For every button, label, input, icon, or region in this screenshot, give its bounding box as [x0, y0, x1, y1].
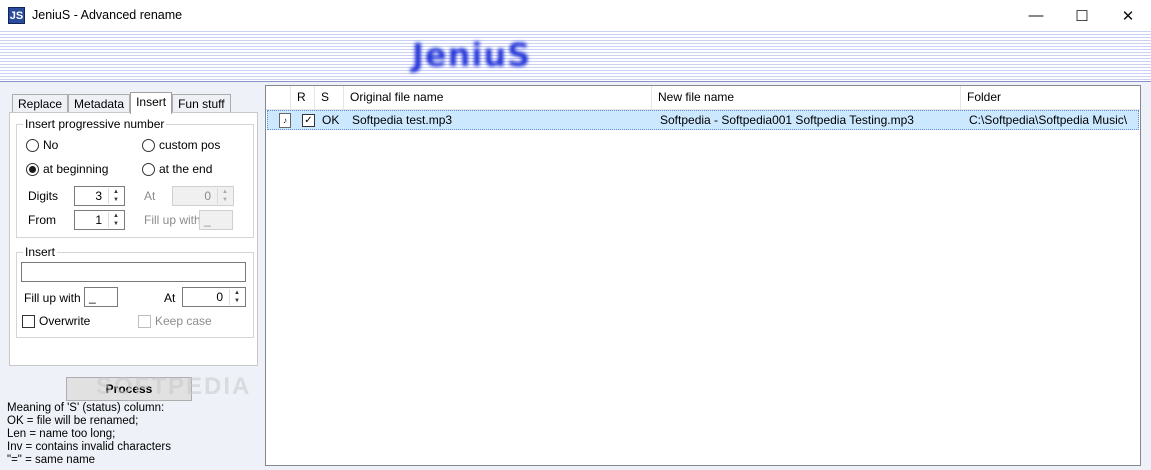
tab-fun-stuff[interactable]: Fun stuff — [172, 94, 231, 113]
from-stepper[interactable]: 1 ▲ ▼ — [74, 210, 125, 230]
fill-up-label: Fill up with — [144, 213, 201, 227]
close-button[interactable]: ✕ — [1105, 0, 1151, 31]
row-new-name: Softpedia - Softpedia001 Softpedia Testi… — [660, 113, 914, 127]
banner-separator — [0, 81, 1151, 82]
title-bar: JS JeniuS - Advanced rename — ☐ ✕ — [0, 0, 1151, 31]
column-header-r[interactable]: R — [291, 86, 315, 109]
insert-group-label: Insert — [23, 245, 58, 259]
legend-line: OK = file will be renamed; — [7, 415, 139, 427]
legend-line: Meaning of 'S' (status) column: — [7, 402, 165, 414]
tab-strip: Replace Metadata Insert Fun stuff — [12, 92, 231, 114]
tab-replace[interactable]: Replace — [12, 94, 69, 113]
spin-arrows-icon[interactable]: ▲ ▼ — [108, 212, 123, 228]
column-header-new-name[interactable]: New file name — [652, 86, 961, 109]
radio-no[interactable] — [26, 139, 39, 152]
legend-line: Len = name too long; — [7, 428, 116, 440]
banner: JeniuS — [0, 31, 1151, 81]
banner-logo: JeniuS — [412, 36, 532, 74]
progressive-group-label: Insert progressive number — [23, 117, 167, 131]
insert-text-input[interactable] — [21, 262, 246, 282]
table-row[interactable]: ♪ ✓ OK Softpedia test.mp3 Softpedia - So… — [267, 110, 1139, 130]
spin-arrows-icon[interactable]: ▲ ▼ — [108, 188, 123, 204]
digits-label: Digits — [28, 189, 59, 203]
file-grid[interactable]: R S Original file name New file name Fol… — [265, 85, 1141, 466]
column-header-icon[interactable] — [266, 86, 291, 109]
keep-case-checkbox — [138, 315, 151, 328]
insert-at-label: At — [164, 291, 176, 305]
digits-stepper[interactable]: 3 ▲ ▼ — [74, 186, 125, 206]
app-icon: JS — [8, 7, 25, 24]
row-folder: C:\Softpedia\Softpedia Music\ — [969, 113, 1128, 127]
minimize-button[interactable]: — — [1013, 0, 1059, 31]
spin-arrows-icon[interactable]: ▲ ▼ — [229, 289, 244, 305]
overwrite-label: Overwrite — [39, 314, 91, 328]
at-position-stepper: 0 ▲ ▼ — [172, 186, 234, 206]
row-original-name: Softpedia test.mp3 — [352, 113, 453, 127]
status-legend: Meaning of 'S' (status) column: OK = fil… — [7, 402, 171, 467]
softpedia-watermark: SOFTPEDIA — [96, 373, 252, 400]
maximize-button[interactable]: ☐ — [1059, 0, 1105, 31]
tab-insert[interactable]: Insert — [130, 92, 173, 114]
insert-fill-up-label: Fill up with — [24, 291, 81, 305]
radio-no-label: No — [43, 138, 59, 152]
rename-checkbox[interactable]: ✓ — [302, 114, 315, 127]
insert-tab-panel: Insert progressive number No custom pos … — [9, 112, 258, 366]
tab-metadata[interactable]: Metadata — [68, 94, 131, 113]
radio-custom-pos-label: custom pos — [159, 138, 221, 152]
column-header-s[interactable]: S — [315, 86, 344, 109]
progressive-number-group: Insert progressive number No custom pos … — [16, 117, 254, 238]
radio-at-the-end-label: at the end — [159, 162, 213, 176]
row-status: OK — [322, 113, 340, 127]
radio-at-beginning[interactable] — [26, 163, 39, 176]
insert-group: Insert Fill up with _ At 0 ▲ ▼ Overwrite … — [16, 245, 254, 338]
radio-at-the-end[interactable] — [142, 163, 155, 176]
keep-case-label: Keep case — [155, 314, 212, 328]
insert-fill-up-field[interactable]: _ — [84, 287, 118, 307]
column-header-folder[interactable]: Folder — [961, 86, 1140, 109]
overwrite-checkbox[interactable] — [22, 315, 35, 328]
from-label: From — [28, 213, 56, 227]
window-title: JeniuS - Advanced rename — [32, 8, 183, 22]
legend-line: "=" = same name — [7, 454, 96, 466]
spin-arrows-icon: ▲ ▼ — [217, 188, 232, 204]
at-label: At — [144, 189, 156, 203]
insert-at-stepper[interactable]: 0 ▲ ▼ — [182, 287, 246, 307]
radio-at-beginning-label: at beginning — [43, 162, 109, 176]
column-header-original[interactable]: Original file name — [344, 86, 652, 109]
legend-line: Inv = contains invalid characters — [7, 441, 171, 453]
fill-up-field: _ — [199, 210, 233, 230]
radio-custom-pos[interactable] — [142, 139, 155, 152]
music-file-icon: ♪ — [279, 113, 291, 128]
